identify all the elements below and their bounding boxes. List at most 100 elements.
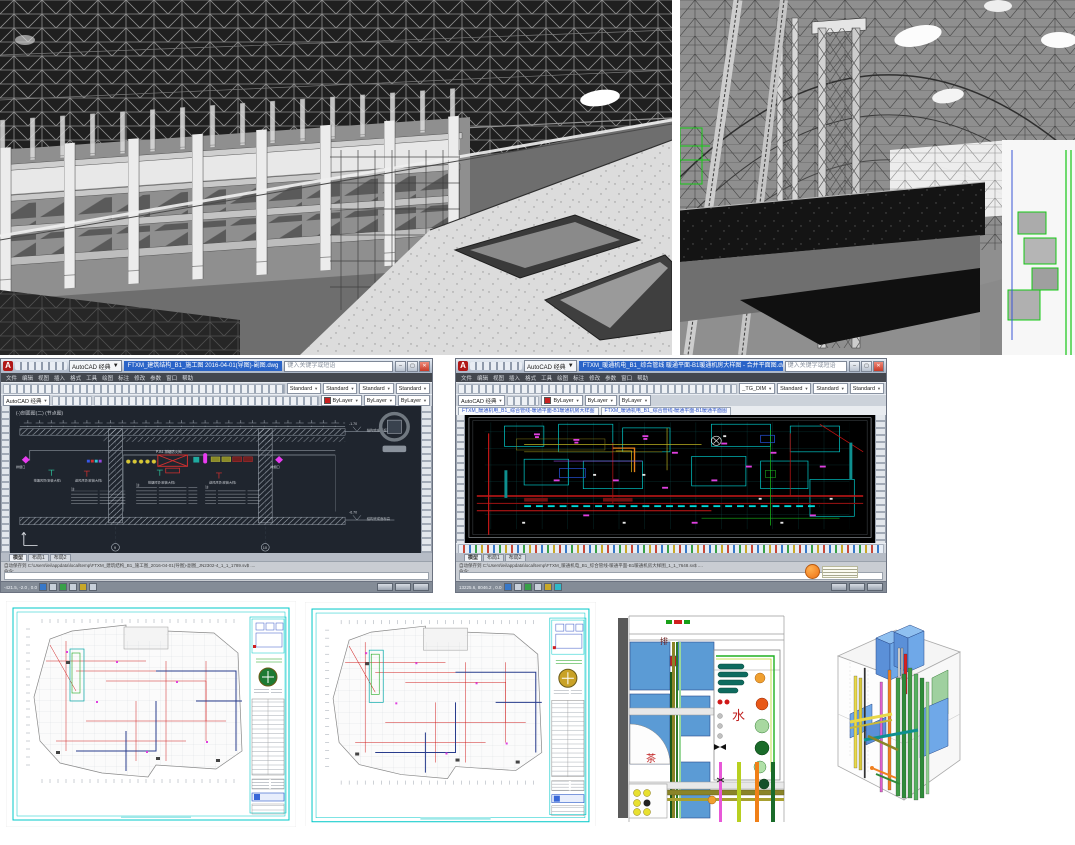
svg-text:10: 10: [263, 546, 267, 550]
titlebar[interactable]: A AutoCAD 经典▼ FTXM_暖通机电_B1_综合管线 暖通平面-B1暖…: [456, 359, 886, 373]
workspace-switch-button[interactable]: [867, 583, 883, 591]
menu-tools[interactable]: 工具: [541, 374, 552, 382]
color-swatch: [544, 397, 551, 404]
command-input[interactable]: [4, 572, 429, 580]
layer-tool-icons[interactable]: [507, 396, 539, 406]
menu-modify[interactable]: 修改: [134, 374, 145, 382]
workspace-dropdown[interactable]: AutoCAD 经典▼: [524, 360, 577, 372]
mleader-style-dropdown[interactable]: Standard▼: [850, 383, 884, 394]
close-button[interactable]: ✕: [419, 361, 430, 372]
mleader-style-dropdown[interactable]: Standard▼: [396, 383, 430, 394]
menu-view[interactable]: 视图: [38, 374, 49, 382]
menu-tools[interactable]: 工具: [86, 374, 97, 382]
model-space-button[interactable]: [831, 583, 847, 591]
bottom-toolbar-icons[interactable]: [458, 544, 884, 554]
doc-tab-2[interactable]: FTXM_暖通机电_B1_综合管线-暖通平面-B1暖通平面图: [601, 407, 732, 415]
color-control-dropdown[interactable]: ByLayer▼: [321, 395, 362, 406]
osnap-toggle[interactable]: [79, 583, 87, 591]
otrack-toggle[interactable]: [89, 583, 97, 591]
close-button[interactable]: ✕: [873, 361, 884, 372]
tab-model[interactable]: 模型: [464, 554, 482, 561]
annotation-scale-button[interactable]: [395, 583, 411, 591]
menu-file[interactable]: 文件: [461, 374, 472, 382]
lineweight-control-dropdown[interactable]: ByLayer▼: [619, 395, 651, 406]
workspace-switch-button[interactable]: [413, 583, 429, 591]
workspace-switcher-dropdown[interactable]: AutoCAD 经典▼: [458, 395, 505, 406]
tab-layout1[interactable]: 布局1: [483, 554, 504, 561]
menu-edit[interactable]: 编辑: [22, 374, 33, 382]
right-dock-toolbar[interactable]: [875, 415, 886, 543]
command-line-panel[interactable]: 自动保存到 C:\Users\lei\appdata\local\temp\FT…: [1, 561, 432, 581]
quick-access-toolbar[interactable]: [15, 362, 67, 370]
menu-parametric[interactable]: 参数: [605, 374, 616, 382]
menu-help[interactable]: 帮助: [182, 374, 193, 382]
osnap-toggle[interactable]: [544, 583, 552, 591]
layer-list-dropdown[interactable]: [94, 396, 318, 406]
autocad-logo-icon[interactable]: A: [3, 361, 13, 371]
table-style-dropdown[interactable]: Standard▼: [813, 383, 847, 394]
search-input[interactable]: 键入关键字或短语: [785, 361, 847, 372]
menu-parametric[interactable]: 参数: [150, 374, 161, 382]
linetype-control-dropdown[interactable]: ByLayer▼: [364, 395, 396, 406]
linetype-control-dropdown[interactable]: ByLayer▼: [585, 395, 617, 406]
menu-dimension[interactable]: 标注: [118, 374, 129, 382]
polar-toggle[interactable]: [69, 583, 77, 591]
ortho-toggle[interactable]: [524, 583, 532, 591]
minimize-button[interactable]: –: [395, 361, 406, 372]
left-dock-toolbar[interactable]: [1, 406, 10, 553]
maximize-button[interactable]: ▢: [407, 361, 418, 372]
text-style-dropdown[interactable]: _TG_DIM▼: [739, 383, 775, 394]
model-canvas[interactable]: (-)剖面图(二) (节点图): [10, 406, 421, 553]
menu-insert[interactable]: 插入: [54, 374, 65, 382]
menu-draw[interactable]: 绘图: [102, 374, 113, 382]
text-style-dropdown[interactable]: Standard▼: [287, 383, 321, 394]
menu-help[interactable]: 帮助: [637, 374, 648, 382]
table-style-dropdown[interactable]: Standard▼: [359, 383, 393, 394]
tab-model[interactable]: 模型: [9, 554, 27, 561]
doc-tab-1[interactable]: FTXM_暖通机电_B1_综合管线-暖通平面-B1暖通机房大样图: [458, 407, 599, 415]
tab-layout2[interactable]: 布局2: [50, 554, 71, 561]
lineweight-toggle[interactable]: [554, 583, 562, 591]
lineweight-control-dropdown[interactable]: ByLayer▼: [398, 395, 430, 406]
menu-format[interactable]: 格式: [525, 374, 536, 382]
search-input[interactable]: 键入关键字或短语: [284, 361, 393, 372]
menu-file[interactable]: 文件: [6, 374, 17, 382]
minimize-button[interactable]: –: [849, 361, 860, 372]
toolbar-icons[interactable]: [3, 384, 285, 394]
color-control-dropdown[interactable]: ByLayer▼: [541, 395, 582, 406]
grid-toggle[interactable]: [514, 583, 522, 591]
dim-style-dropdown[interactable]: Standard▼: [777, 383, 811, 394]
model-space-button[interactable]: [377, 583, 393, 591]
menu-modify[interactable]: 修改: [589, 374, 600, 382]
left-dock-toolbar[interactable]: [456, 415, 465, 543]
maximize-button[interactable]: ▢: [861, 361, 872, 372]
workspace-switcher-dropdown[interactable]: AutoCAD 经典▼: [3, 395, 50, 406]
annotation-scale-button[interactable]: [849, 583, 865, 591]
model-canvas[interactable]: [465, 415, 875, 543]
menu-window[interactable]: 窗口: [166, 374, 177, 382]
layer-tool-icons[interactable]: [52, 396, 92, 406]
menu-insert[interactable]: 插入: [509, 374, 520, 382]
autocad-logo-icon[interactable]: A: [458, 361, 468, 371]
toolbar-icons[interactable]: [458, 384, 737, 394]
grid-toggle[interactable]: [49, 583, 57, 591]
menu-edit[interactable]: 编辑: [477, 374, 488, 382]
polar-toggle[interactable]: [534, 583, 542, 591]
quick-access-toolbar[interactable]: [470, 362, 522, 370]
ortho-toggle[interactable]: [59, 583, 67, 591]
menu-format[interactable]: 格式: [70, 374, 81, 382]
notification-badge[interactable]: [805, 564, 820, 579]
titlebar[interactable]: A AutoCAD 经典▼ FTXM_建筑结构_B1_施工图 2016-04-0…: [1, 359, 432, 373]
right-dock-toolbar[interactable]: [421, 406, 432, 553]
tab-layout1[interactable]: 布局1: [28, 554, 49, 561]
snap-toggle[interactable]: [504, 583, 512, 591]
menu-draw[interactable]: 绘图: [557, 374, 568, 382]
tab-layout2[interactable]: 布局2: [505, 554, 526, 561]
dim-style-dropdown[interactable]: Standard▼: [323, 383, 357, 394]
menu-view[interactable]: 视图: [493, 374, 504, 382]
menu-window[interactable]: 窗口: [621, 374, 632, 382]
menu-dimension[interactable]: 标注: [573, 374, 584, 382]
command-line-panel[interactable]: 自动保存到 C:\Users\lei\appdata\local\temp\FT…: [456, 561, 886, 581]
snap-toggle[interactable]: [39, 583, 47, 591]
workspace-dropdown[interactable]: AutoCAD 经典▼: [69, 360, 122, 372]
